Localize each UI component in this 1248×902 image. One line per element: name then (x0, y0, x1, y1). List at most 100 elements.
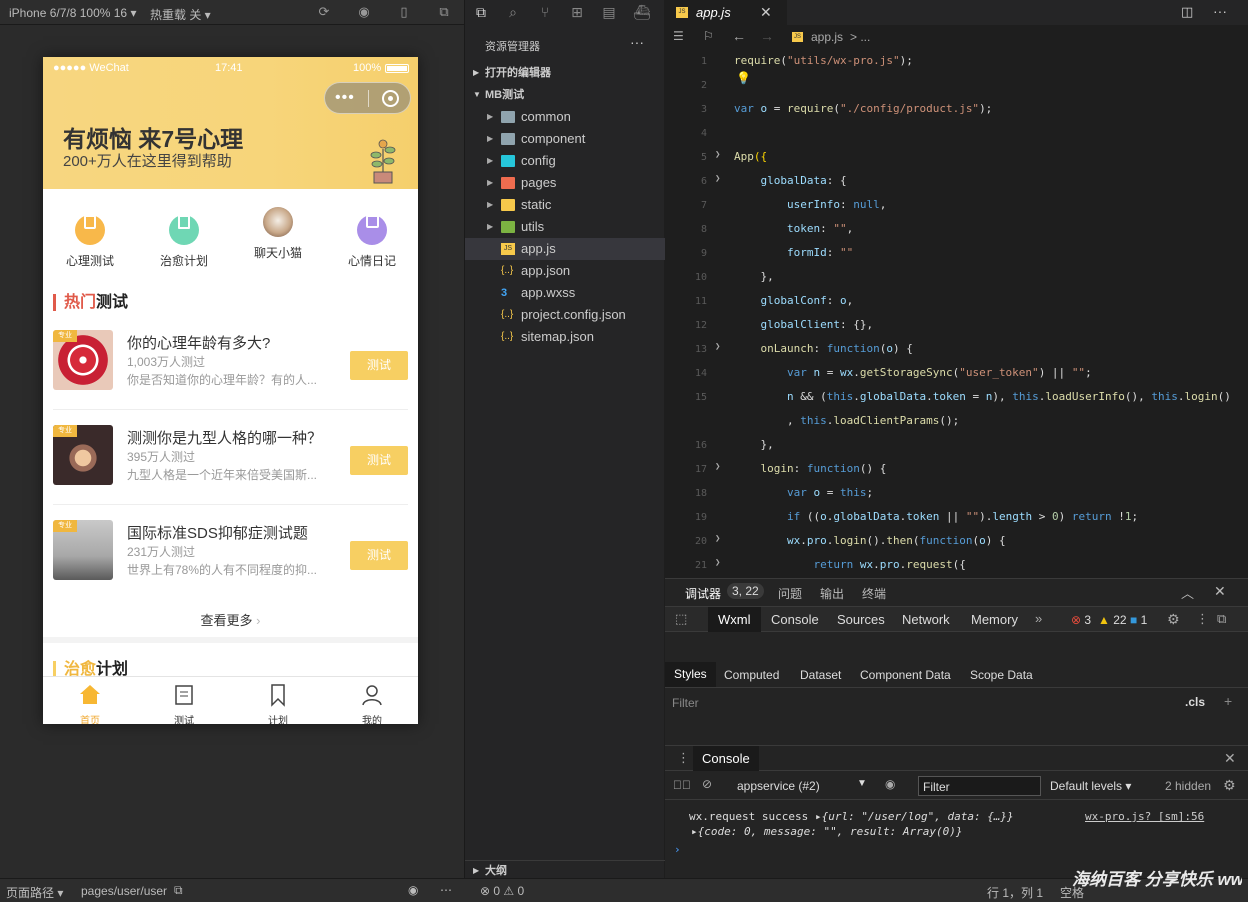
forward-icon[interactable]: → (760, 28, 774, 44)
test-button[interactable]: 测试 (350, 351, 408, 380)
eye-icon[interactable]: ◉ (408, 883, 418, 897)
category-chat[interactable]: 聊天小猫 (231, 207, 325, 261)
open-editors-section[interactable]: ▶ 打开的编辑器 (465, 62, 665, 84)
category-diary[interactable]: 心情日记 (325, 207, 418, 269)
more-icon[interactable]: ••• (335, 89, 355, 107)
clear-console-icon[interactable]: ⊘ (702, 777, 712, 791)
category-heal[interactable]: 治愈计划 (137, 207, 231, 269)
tab-home[interactable]: 首页 (43, 677, 137, 724)
file-app-wxss[interactable]: 3 app.wxss (465, 282, 665, 304)
file-app-js[interactable]: JS app.js (465, 238, 665, 260)
kebab-icon[interactable]: ⋮ (1196, 611, 1209, 627)
tab-console[interactable]: Console (771, 612, 819, 627)
log-object[interactable]: ▸{url: "/user/log", data: {…}} (815, 810, 1014, 823)
window-icon[interactable]: ⧉ (437, 5, 451, 19)
hotreload-select[interactable]: 热重载 关 ▾ (150, 6, 211, 23)
folder-pages[interactable]: ▶ pages (465, 172, 665, 194)
tab-output[interactable]: 输出 (820, 585, 844, 602)
outline-section[interactable]: ▶ 大纲 (465, 860, 665, 880)
close-miniprogram-icon[interactable] (382, 90, 399, 107)
close-tab-icon[interactable]: ✕ (760, 4, 772, 21)
folder-static[interactable]: ▶ static (465, 194, 665, 216)
extensions-icon[interactable]: ⊞ (569, 4, 585, 20)
eye-icon[interactable]: ◉ (885, 777, 895, 791)
folder-config[interactable]: ▶ config (465, 150, 665, 172)
kebab-icon[interactable]: ⋮ (677, 750, 690, 766)
list-icon[interactable]: ☰ (673, 29, 684, 43)
more-tabs-icon[interactable]: » (1035, 611, 1042, 626)
tab-memory[interactable]: Memory (971, 612, 1018, 627)
more-icon[interactable]: ⋯ (440, 883, 452, 897)
copy-icon[interactable]: ⧉ (174, 883, 183, 898)
device-select[interactable]: iPhone 6/7/8 100% 16 ▾ (9, 6, 136, 20)
tab-app-js[interactable]: JS app.js ✕ (665, 0, 787, 25)
file-app-json[interactable]: {..} app.json (465, 260, 665, 282)
file-sitemap[interactable]: {..} sitemap.json (465, 326, 665, 348)
refresh-icon[interactable]: ⟳ (317, 5, 331, 19)
info-count[interactable]: ■ 1 (1130, 613, 1147, 627)
search-icon[interactable]: ⌕ (505, 4, 521, 20)
dock-icon[interactable]: ⧉ (1217, 611, 1226, 627)
docker-icon[interactable]: ⛴ (633, 4, 651, 20)
cls-toggle[interactable]: .cls (1185, 695, 1205, 709)
tab-sources[interactable]: Sources (837, 612, 885, 627)
tab-scope-data[interactable]: Scope Data (970, 668, 1033, 682)
file-project-config[interactable]: {..} project.config.json (465, 304, 665, 326)
lightbulb-icon[interactable]: 💡 (736, 71, 751, 85)
tab-dataset[interactable]: Dataset (800, 668, 841, 682)
test-item[interactable]: 专业 测测你是九型人格的哪一种？ 395万人测过 九型人格是一个近年来倍受美国斯… (53, 425, 408, 520)
tab-computed[interactable]: Computed (724, 668, 779, 682)
test-item[interactable]: 专业 你的心理年龄有多大? 1,003万人测过 你是否知道你的心理年龄？有的人.… (53, 330, 408, 425)
gear-icon[interactable]: ⚙ (1167, 611, 1180, 628)
inspect-icon[interactable]: ⬚ (675, 611, 687, 627)
test-button[interactable]: 测试 (350, 541, 408, 570)
error-count[interactable]: ⊗ 3 (1071, 613, 1091, 627)
tab-terminal[interactable]: 终端 (862, 585, 886, 602)
tab-component-data[interactable]: Component Data (860, 668, 951, 682)
menu-capsule[interactable]: ••• (324, 82, 411, 114)
bookmark-icon[interactable]: ⚐ (703, 29, 714, 43)
problems-indicator[interactable]: ⊗ 0 ⚠ 0 (480, 884, 524, 898)
tab-mine[interactable]: 我的 (325, 677, 418, 724)
stop-icon[interactable]: ◉ (357, 5, 371, 19)
warning-count[interactable]: ▲ 22 (1098, 613, 1127, 627)
files-icon[interactable]: ⧉ (473, 4, 489, 20)
folder-component[interactable]: ▶ component (465, 128, 665, 150)
project-section[interactable]: ▼ MB测试 (465, 84, 665, 106)
page-path-select[interactable]: 页面路径 ▾ (6, 884, 63, 901)
context-select[interactable]: appservice (#2) (737, 779, 820, 793)
cursor-position[interactable]: 行 1，列 1 (987, 884, 1043, 901)
git-branch-icon[interactable]: ⑂ (537, 4, 553, 20)
console-filter-input[interactable]: Filter (918, 776, 1041, 796)
tab-debugger[interactable]: 调试器 (685, 585, 721, 602)
chevron-up-icon[interactable]: ︿ (1181, 583, 1194, 602)
close-drawer-icon[interactable]: ✕ (1224, 750, 1236, 767)
close-panel-icon[interactable]: ✕ (1214, 583, 1226, 600)
tab-plan[interactable]: 计划 (231, 677, 325, 724)
gear-icon[interactable]: ⚙ (1223, 777, 1236, 794)
phone-icon[interactable]: ▯ (397, 5, 411, 19)
category-test[interactable]: 心理测试 (43, 207, 137, 269)
tab-problems[interactable]: 问题 (778, 585, 802, 602)
console-prompt[interactable]: › (674, 843, 681, 856)
log-source-link[interactable]: wx-pro.js? [sm]:56 (1085, 810, 1204, 823)
folder-common[interactable]: ▶ common (465, 106, 665, 128)
test-button[interactable]: 测试 (350, 446, 408, 475)
tab-network[interactable]: Network (902, 612, 950, 627)
more-icon[interactable]: ··· (630, 34, 644, 50)
tab-styles[interactable]: Styles (665, 662, 716, 687)
test-item[interactable]: 专业 国际标准SDS抑郁症测试题 231万人测过 世界上有78%的人有不同程度的… (53, 520, 408, 615)
view-more-link[interactable]: 查看更多 › (43, 610, 418, 629)
tab-console-drawer[interactable]: Console (693, 746, 759, 771)
split-editor-icon[interactable]: ◫ (1181, 4, 1193, 20)
back-icon[interactable]: ← (732, 28, 746, 44)
log-result-object[interactable]: ▸{code: 0, message: "", result: Array(0)… (691, 825, 963, 838)
more-icon[interactable]: ··· (1213, 3, 1227, 19)
add-icon[interactable]: + (1224, 693, 1232, 709)
tab-test[interactable]: 测试 (137, 677, 231, 724)
folder-utils[interactable]: ▶ utils (465, 216, 665, 238)
tab-wxml[interactable]: Wxml (708, 607, 761, 632)
code-area[interactable]: 1 require("utils/wx-pro.js"); 💡 2 3 var o … (665, 49, 1248, 573)
sidebar-toggle-icon[interactable]: ▸⃞ (673, 778, 691, 792)
levels-select[interactable]: Default levels ▾ (1050, 779, 1131, 793)
